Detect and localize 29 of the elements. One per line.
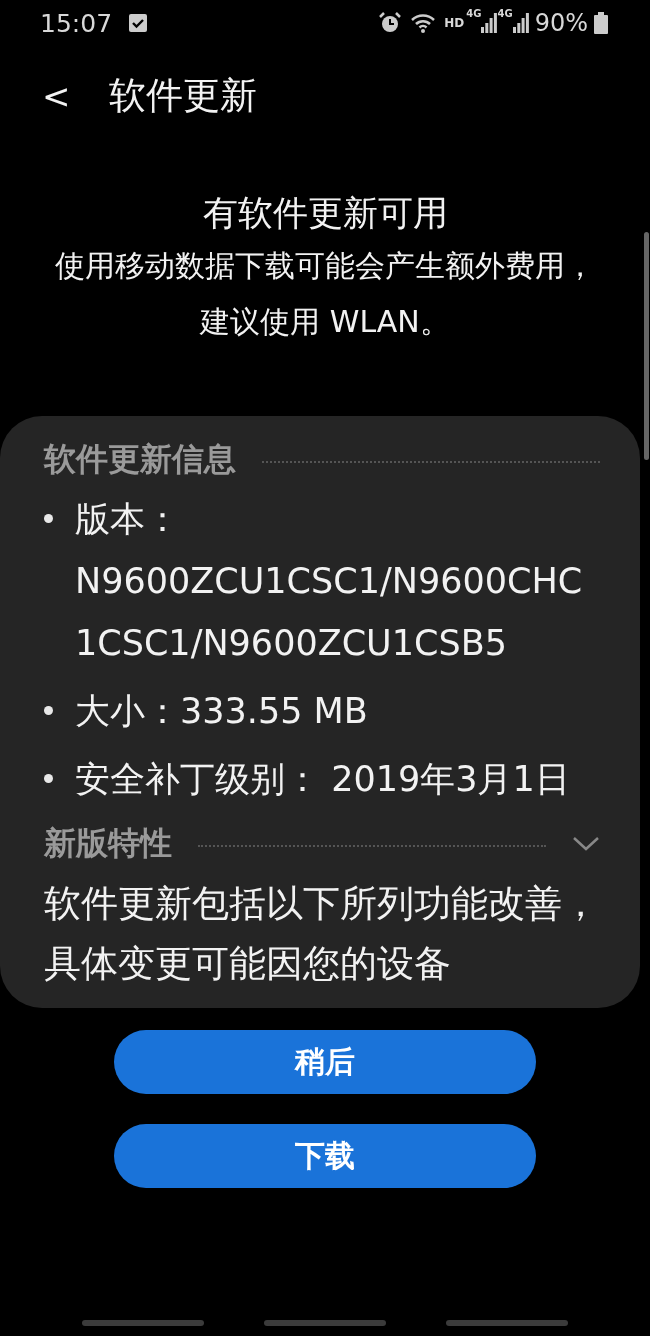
bullet-icon <box>44 706 53 715</box>
nav-bar-handle[interactable] <box>264 1320 386 1326</box>
signal-icon <box>512 13 529 33</box>
alarm-icon <box>378 11 403 35</box>
clock-time: 15:07 <box>40 8 113 38</box>
network-type-label: HD <box>444 16 465 30</box>
action-button[interactable]: 稍后 <box>114 1030 536 1094</box>
chevron-down-icon[interactable] <box>572 836 600 852</box>
section-heading: 软件更新信息 <box>44 439 236 480</box>
bullet-icon <box>44 514 53 523</box>
update-available-title: 有软件更新可用 <box>202 192 448 235</box>
features-description: 软件更新包括以下所列功能改善，具体变更可能因您的设备 <box>44 881 600 987</box>
page-title: 软件更新 <box>108 73 257 119</box>
signal-type-label: 4G <box>497 8 513 19</box>
info-item: 大小：333.55 MB <box>75 690 368 733</box>
back-button[interactable]: < <box>38 76 75 116</box>
signal-type-label: 4G <box>466 8 482 19</box>
action-button[interactable]: 下载 <box>114 1124 536 1188</box>
battery-percentage: 90% <box>534 9 588 37</box>
data-charge-notice: 使用移动数据下载可能会产生额外费用，建议使用 WLAN。 <box>54 247 596 341</box>
battery-icon <box>594 12 608 34</box>
checkbox-notification-icon <box>128 13 149 33</box>
signal-icon <box>481 13 498 33</box>
info-item: 安全补丁级别： 2019年3月1日 <box>75 758 570 801</box>
bullet-icon <box>44 774 53 783</box>
section-heading: 新版特性 <box>44 823 172 864</box>
nav-bar-handle[interactable] <box>82 1320 204 1326</box>
info-item: 版本：N9600ZCU1CSC1/N9600CHC1CSC1/N9600ZCU1CSB5 <box>75 498 584 665</box>
nav-bar-handle[interactable] <box>446 1320 568 1326</box>
